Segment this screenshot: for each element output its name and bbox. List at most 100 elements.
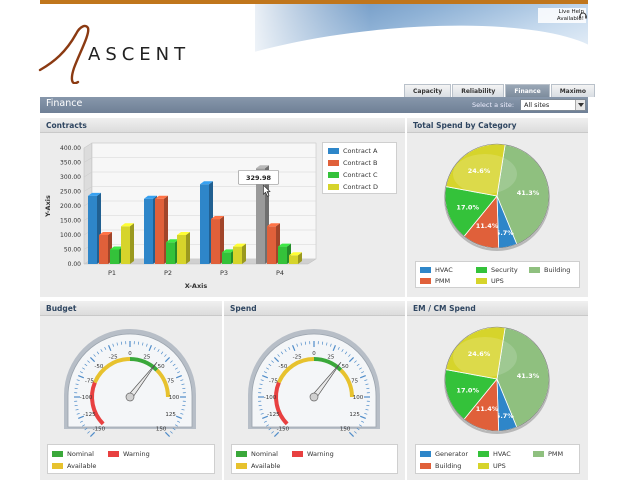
y-tick-label: 150.00 bbox=[60, 218, 81, 225]
legend-item: Building bbox=[420, 462, 461, 470]
total-spend-panel: Total Spend by Category 41.3% 5.7% 11.4% 17… bbox=[407, 117, 588, 297]
site-select-value: All sites bbox=[524, 101, 550, 109]
legend-label: HVAC bbox=[435, 266, 453, 274]
spend-title: Spend bbox=[224, 301, 405, 316]
gauge-tick-label: -50 bbox=[278, 364, 287, 370]
legend-label: Building bbox=[435, 462, 462, 470]
bar bbox=[233, 246, 242, 264]
budget-gauge: -150 -125 -100 -75 -50 -25 0 25 50 75 100 125 150 bbox=[64, 329, 196, 438]
bar bbox=[289, 255, 298, 264]
x-axis-label: X-Axis bbox=[185, 282, 208, 290]
legend-label: PMM bbox=[548, 450, 564, 458]
pie-value-label: 17.0% bbox=[456, 203, 479, 211]
legend-swatch bbox=[533, 451, 544, 457]
emcm-title: EM / CM Spend bbox=[407, 301, 588, 316]
legend-item: HVAC bbox=[478, 450, 511, 458]
legend-item: Warning bbox=[108, 450, 150, 458]
legend-item: PMM bbox=[533, 450, 563, 458]
gauge-tick-label: 150 bbox=[340, 426, 351, 432]
budget-legend: Nominal Warning Available bbox=[47, 444, 215, 474]
legend-label: Available bbox=[251, 462, 281, 470]
legend-label: Contract B bbox=[343, 159, 378, 167]
gauge-tick-label: 150 bbox=[156, 426, 167, 432]
legend-swatch bbox=[328, 172, 339, 178]
legend-item: Contract A bbox=[328, 147, 377, 155]
y-tick-label: 50.00 bbox=[64, 247, 81, 254]
total-spend-title: Total Spend by Category bbox=[407, 118, 588, 133]
bar bbox=[155, 198, 164, 264]
bar-side bbox=[242, 243, 246, 264]
bar bbox=[267, 226, 276, 264]
pie-value-label: 11.4% bbox=[476, 405, 499, 413]
legend-label: Building bbox=[544, 266, 571, 274]
legend-item: Nominal bbox=[236, 450, 278, 458]
legend-label: PMM bbox=[435, 277, 451, 285]
headset-icon[interactable] bbox=[578, 10, 588, 20]
y-tick-label: 400.00 bbox=[60, 145, 81, 152]
tab-reliability[interactable]: Reliability bbox=[452, 84, 505, 97]
emcm-pie-chart: 41.3%5.7%11.4%17.0%24.6% bbox=[444, 326, 550, 434]
nav-tabs: Capacity Reliability Finance Maximo bbox=[403, 84, 596, 97]
contracts-title: Contracts bbox=[40, 118, 405, 133]
gauge-tick-label: -125 bbox=[83, 412, 96, 418]
bar bbox=[278, 246, 287, 264]
legend-swatch bbox=[236, 463, 247, 469]
legend-label: Available bbox=[67, 462, 97, 470]
bar bbox=[144, 198, 153, 264]
gauge-tick-label: 0 bbox=[128, 351, 132, 357]
pie-highlight bbox=[453, 337, 517, 377]
legend-swatch bbox=[108, 451, 119, 457]
emcm-panel: EM / CM Spend 41.3% 5.7% 11.4% 17.0% 24.6% G… bbox=[407, 300, 588, 480]
gauge-tick bbox=[164, 431, 171, 438]
pie-value-label: 41.3% bbox=[517, 372, 540, 380]
gauge-tick bbox=[87, 431, 90, 434]
chevron-down-icon[interactable] bbox=[575, 100, 585, 110]
bar bbox=[88, 195, 97, 264]
legend-label: Security bbox=[491, 266, 518, 274]
legend-label: Warning bbox=[123, 450, 150, 458]
spend-panel: Spend -150 -125 -100 -75 -50 -25 0 25 50 75 100 125… bbox=[224, 300, 405, 480]
gauge-tick-label: 125 bbox=[165, 412, 176, 418]
legend-label: Contract D bbox=[343, 183, 379, 191]
gauge-tick-label: -25 bbox=[109, 355, 118, 361]
contracts-panel: Contracts 0.00 50.00 100.00 150.00 200.00 250… bbox=[40, 117, 405, 297]
bar-side bbox=[130, 223, 134, 264]
contracts-legend: Contract A Contract B Contract C Contrac… bbox=[322, 142, 397, 194]
legend-item: PMM bbox=[420, 277, 450, 285]
legend-item: Generator bbox=[420, 450, 468, 458]
legend-label: Nominal bbox=[251, 450, 278, 458]
emcm-legend: Generator HVAC PMM Building UPS bbox=[415, 444, 580, 474]
legend-label: Nominal bbox=[67, 450, 94, 458]
gauge-tick bbox=[89, 431, 96, 438]
brand-name: ASCENT bbox=[88, 44, 191, 65]
gauge-tick-label: -25 bbox=[293, 355, 302, 361]
gauge-tick-label: 100 bbox=[169, 395, 180, 401]
header: ASCENT Live Help Available! bbox=[0, 0, 625, 84]
tab-capacity[interactable]: Capacity bbox=[404, 84, 452, 97]
site-select[interactable]: All sites bbox=[520, 99, 586, 111]
legend-swatch bbox=[476, 278, 487, 284]
gauge-tick-label: -75 bbox=[85, 378, 94, 384]
legend-swatch bbox=[52, 451, 63, 457]
legend-swatch bbox=[292, 451, 303, 457]
y-tick-label: 300.00 bbox=[60, 174, 81, 181]
spend-gauge: -150 -125 -100 -75 -50 -25 0 25 50 75 100 125 150 bbox=[248, 329, 380, 438]
y-tick-label: 0.00 bbox=[68, 261, 82, 268]
page-title: Finance bbox=[46, 98, 83, 109]
tab-maximo[interactable]: Maximo bbox=[550, 84, 596, 97]
gauge-hub bbox=[309, 392, 319, 402]
total-spend-legend: HVAC Security Building PMM UPS bbox=[415, 261, 580, 288]
legend-swatch bbox=[478, 451, 489, 457]
gauge-tick-label: -150 bbox=[93, 426, 106, 432]
pie-value-label: 11.4% bbox=[476, 222, 499, 230]
legend-item: HVAC bbox=[420, 266, 453, 274]
tab-finance[interactable]: Finance bbox=[505, 84, 550, 97]
legend-item: UPS bbox=[478, 462, 506, 470]
y-tick-label: 350.00 bbox=[60, 160, 81, 167]
legend-swatch bbox=[52, 463, 63, 469]
bar bbox=[166, 242, 175, 264]
pie-value-label: 17.0% bbox=[456, 386, 479, 394]
x-tick-label: P4 bbox=[276, 269, 284, 277]
legend-item: Contract B bbox=[328, 159, 378, 167]
gauge-tick-label: 0 bbox=[312, 351, 316, 357]
